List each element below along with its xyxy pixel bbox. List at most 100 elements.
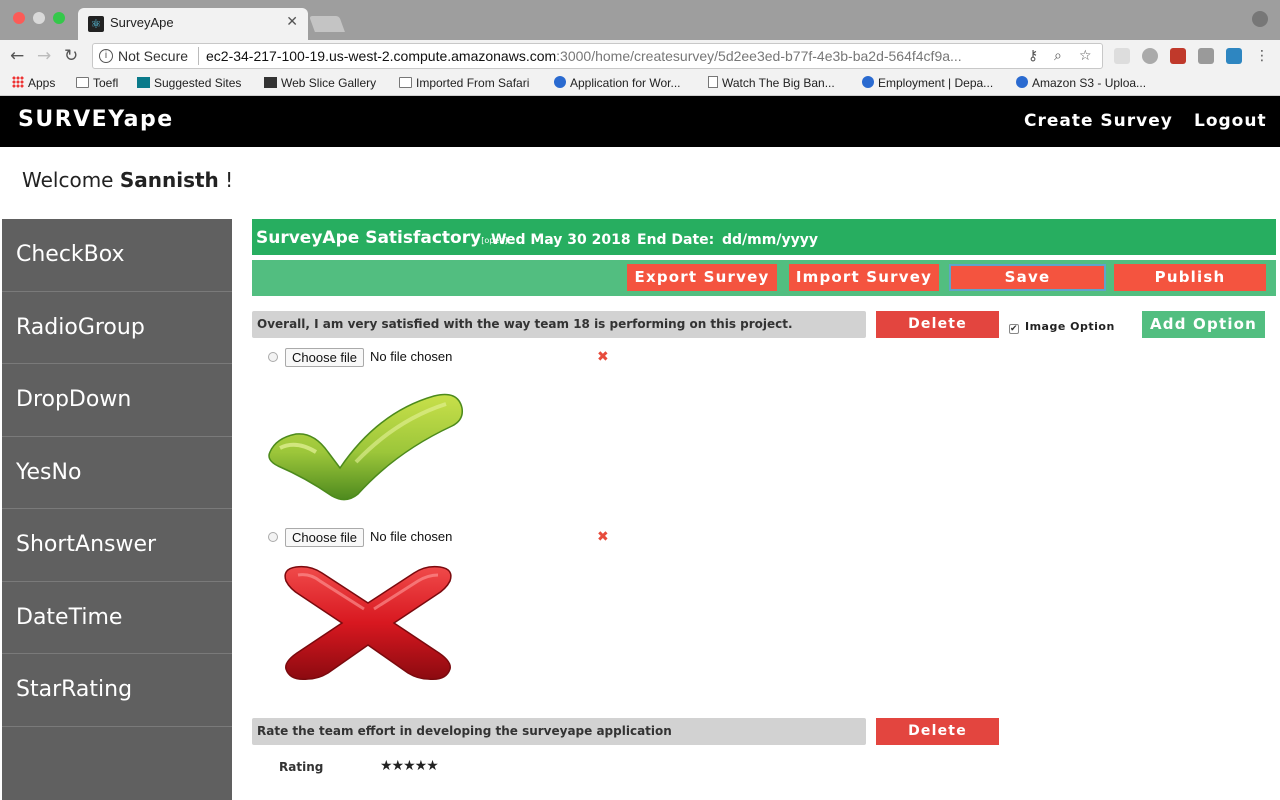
browser-tab[interactable]: ⚛ SurveyApe ✕ <box>78 8 308 40</box>
bookmark-star-icon[interactable]: ☆ <box>1079 48 1092 64</box>
bing-icon <box>137 77 150 88</box>
remove-option-icon[interactable]: ✖ <box>597 530 609 544</box>
bookmark-web-slice-gallery[interactable]: Web Slice Gallery <box>264 76 376 90</box>
window-maximize-button[interactable] <box>53 12 65 24</box>
info-icon[interactable]: i <box>99 49 113 63</box>
bookmark-label: Watch The Big Ban... <box>722 76 835 90</box>
survey-title-bar: SurveyApe Satisfactory[open] Wed May 30 … <box>252 219 1276 255</box>
option-radio[interactable] <box>268 532 278 542</box>
bookmark-toefl[interactable]: Toefl <box>76 76 118 90</box>
extension-cloud-icon[interactable] <box>1142 48 1158 64</box>
tab-title: SurveyApe <box>110 15 174 30</box>
url-path: :3000/home/createsurvey/5d2ee3ed-b77f-4e… <box>556 48 962 64</box>
globe-icon <box>1016 76 1028 88</box>
bookmark-suggested-sites[interactable]: Suggested Sites <box>137 76 241 90</box>
sidebar-item-datetime[interactable]: DateTime <box>2 582 232 654</box>
question-text-field[interactable]: Rate the team effort in developing the s… <box>252 718 866 745</box>
globe-icon <box>862 76 874 88</box>
sidebar-item-label: DateTime <box>16 604 123 630</box>
user-name: Sannisth <box>119 168 219 192</box>
question-text: Rate the team effort in developing the s… <box>257 724 672 738</box>
extension-sail-icon[interactable] <box>1114 48 1130 64</box>
survey-title-text: SurveyApe Satisfactory <box>256 228 482 248</box>
welcome-suffix: ! <box>218 168 234 192</box>
option-radio[interactable] <box>268 352 278 362</box>
end-date-input[interactable]: dd/mm/yyyy <box>722 232 818 248</box>
rating-label: Rating <box>279 760 324 774</box>
bookmark-label: Toefl <box>93 76 119 90</box>
address-bar[interactable]: i Not Secure ec2-34-217-100-19.us-west-2… <box>92 43 1103 69</box>
logout-link[interactable]: Logout <box>1194 111 1267 131</box>
extension-s-icon[interactable] <box>1226 48 1242 64</box>
save-button[interactable]: Save <box>949 264 1106 291</box>
new-tab-button[interactable] <box>309 16 345 32</box>
sidebar-item-dropdown[interactable]: DropDown <box>2 364 232 437</box>
delete-question-button[interactable]: Delete <box>876 718 999 745</box>
delete-question-button[interactable]: Delete <box>876 311 999 338</box>
red-x-image <box>284 565 452 681</box>
extension-r-icon[interactable] <box>1198 48 1214 64</box>
apps-grid-icon <box>12 76 24 88</box>
bookmark-amazon-s3[interactable]: Amazon S3 - Uploa... <box>1016 76 1146 90</box>
bookmark-employment[interactable]: Employment | Depa... <box>862 76 993 90</box>
sidebar-item-starrating[interactable]: StarRating <box>2 654 232 727</box>
sidebar-item-shortanswer[interactable]: ShortAnswer <box>2 509 232 582</box>
tab-close-icon[interactable]: ✕ <box>286 13 298 30</box>
add-option-button[interactable]: Add Option <box>1142 311 1265 338</box>
globe-icon <box>554 76 566 88</box>
bookmark-apps[interactable]: Apps <box>12 76 55 90</box>
browser-menu-icon[interactable]: ⋮ <box>1254 48 1270 64</box>
green-checkmark-image <box>268 393 464 501</box>
bookmark-label: Application for Wor... <box>570 76 681 90</box>
question-text-field[interactable]: Overall, I am very satisfied with the wa… <box>252 311 866 338</box>
remove-option-icon[interactable]: ✖ <box>597 350 609 364</box>
window-close-button[interactable] <box>13 12 25 24</box>
survey-action-bar: Export Survey Import Survey Save Publish <box>252 260 1276 296</box>
image-option-toggle[interactable]: ✔ Image Option <box>1009 320 1115 334</box>
sidebar-item-label: StarRating <box>16 677 133 703</box>
url-divider <box>198 47 199 65</box>
web-slice-icon <box>264 77 277 88</box>
import-survey-button[interactable]: Import Survey <box>789 264 939 291</box>
zoom-icon[interactable]: ⌕ <box>1054 48 1062 64</box>
window-minimize-button[interactable] <box>33 12 45 24</box>
security-label: Not Secure <box>118 48 189 64</box>
extension-red-icon[interactable] <box>1170 48 1186 64</box>
url-text: ec2-34-217-100-19.us-west-2.compute.amaz… <box>206 48 962 64</box>
sidebar-item-yesno[interactable]: YesNo <box>2 437 232 509</box>
browser-toolbar: ← → ↻ i Not Secure ec2-34-217-100-19.us-… <box>0 40 1280 72</box>
create-survey-link[interactable]: Create Survey <box>1024 111 1173 131</box>
bookmark-application[interactable]: Application for Wor... <box>554 76 681 90</box>
sidebar-item-label: YesNo <box>16 459 82 485</box>
file-status: No file chosen <box>370 349 453 364</box>
sidebar-item-label: ShortAnswer <box>16 532 157 558</box>
key-icon[interactable]: ⚷ <box>1028 48 1038 64</box>
bookmark-imported-from-safari[interactable]: Imported From Safari <box>399 76 529 90</box>
export-survey-button[interactable]: Export Survey <box>627 264 777 291</box>
question-type-sidebar: CheckBox RadioGroup DropDown YesNo Short… <box>2 219 232 800</box>
bookmark-watch[interactable]: Watch The Big Ban... <box>708 76 835 90</box>
image-option-checkbox[interactable]: ✔ <box>1009 324 1019 334</box>
bookmark-label: Employment | Depa... <box>878 76 994 90</box>
folder-icon <box>399 77 412 88</box>
question-text: Overall, I am very satisfied with the wa… <box>257 317 793 331</box>
app-header: SURVEYape Create Survey Logout <box>0 96 1280 147</box>
profile-icon[interactable] <box>1252 11 1268 27</box>
welcome-message: Welcome Sannisth ! <box>22 168 233 192</box>
choose-file-button[interactable]: Choose file <box>285 528 365 547</box>
image-option-label: Image Option <box>1025 320 1115 333</box>
survey-title[interactable]: SurveyApe Satisfactory[open] <box>256 228 507 248</box>
reload-icon[interactable]: ↻ <box>64 46 78 66</box>
choose-file-button[interactable]: Choose file <box>285 348 365 367</box>
sidebar-item-label: DropDown <box>16 387 132 413</box>
sidebar-item-radiogroup[interactable]: RadioGroup <box>2 292 232 364</box>
brand-logo[interactable]: SURVEYape <box>18 107 174 132</box>
publish-button[interactable]: Publish <box>1114 264 1266 291</box>
bookmark-label: Imported From Safari <box>416 76 530 90</box>
bookmark-label: Web Slice Gallery <box>281 76 377 90</box>
page-icon <box>708 76 718 88</box>
forward-icon[interactable]: → <box>37 46 51 66</box>
back-icon[interactable]: ← <box>10 46 24 66</box>
sidebar-item-checkbox[interactable]: CheckBox <box>2 219 232 292</box>
star-rating[interactable]: ★★★★★ <box>380 758 439 774</box>
